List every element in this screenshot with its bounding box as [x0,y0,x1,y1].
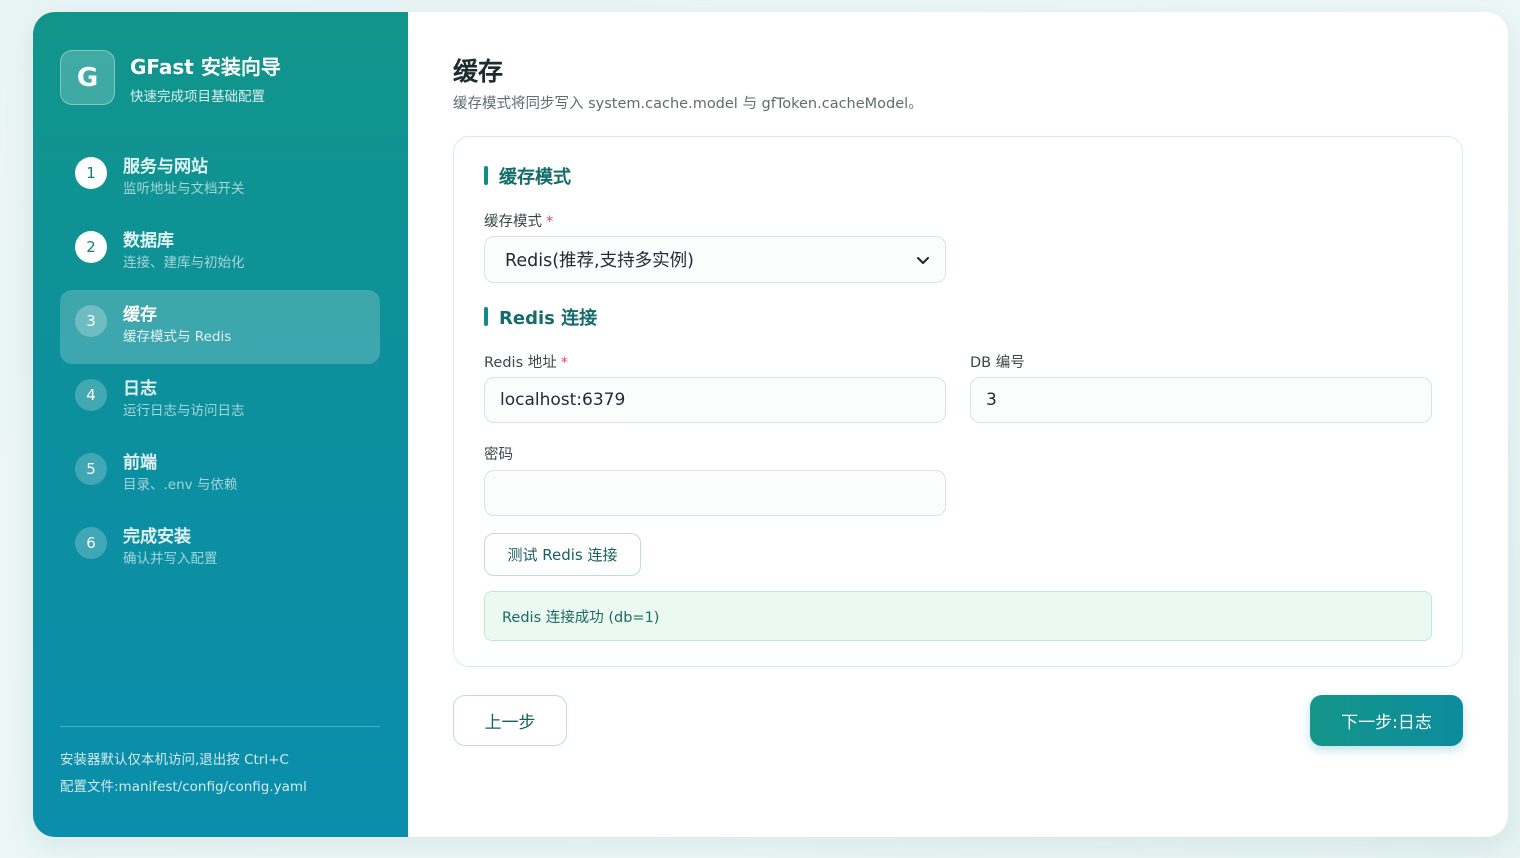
step-subtitle: 确认并写入配置 [123,551,218,567]
db-number-input[interactable] [970,377,1432,423]
step-title: 完成安装 [123,527,191,547]
step-subtitle: 缓存模式与 Redis [123,329,232,345]
required-mark: * [560,355,568,371]
required-mark: * [546,214,554,230]
step-number: 6 [75,527,107,559]
next-step-button[interactable]: 下一步:日志 [1310,695,1463,746]
step-subtitle: 运行日志与访问日志 [123,403,245,419]
chevron-down-icon [917,257,929,264]
redis-status-alert: Redis 连接成功 (db=1) [484,591,1432,641]
brand-title: GFast 安装向导 [130,55,281,79]
step-subtitle: 连接、建库与初始化 [123,255,245,271]
section-title-cache-mode: 缓存模式 [484,163,571,189]
page-subtitle: 缓存模式将同步写入 system.cache.model 与 gfToken.c… [453,96,923,112]
brand-subtitle: 快速完成项目基础配置 [130,89,265,105]
sidebar: G GFast 安装向导 快速完成项目基础配置 1 服务与网站 监听地址与文档开… [33,12,408,837]
cache-mode-select[interactable]: Redis(推荐,支持多实例) [484,236,946,283]
password-input[interactable] [484,470,946,516]
cache-mode-label: 缓存模式 * [484,214,554,230]
step-title: 日志 [123,379,157,399]
main-content: 缓存 缓存模式将同步写入 system.cache.model 与 gfToke… [408,12,1508,837]
prev-step-button[interactable]: 上一步 [453,695,567,746]
redis-address-input[interactable] [484,377,946,423]
step-list: 1 服务与网站 监听地址与文档开关 2 数据库 连接、建库与初始化 3 缓存 缓… [60,142,380,586]
step-number: 4 [75,379,107,411]
config-card: 缓存模式 缓存模式 * Redis(推荐,支持多实例) Redis 连接 Redi… [453,136,1463,667]
step-title: 前端 [123,453,157,473]
step-item-service[interactable]: 1 服务与网站 监听地址与文档开关 [60,142,380,216]
test-redis-button[interactable]: 测试 Redis 连接 [484,533,641,576]
step-number: 5 [75,453,107,485]
step-subtitle: 监听地址与文档开关 [123,181,245,197]
step-item-log[interactable]: 4 日志 运行日志与访问日志 [60,364,380,438]
page-title: 缓存 [453,57,504,86]
section-title-redis: Redis 连接 [484,304,597,330]
password-label: 密码 [484,447,513,463]
footer-hint-exit: 安装器默认仅本机访问,退出按 Ctrl+C [60,752,289,768]
step-item-finish[interactable]: 6 完成安装 确认并写入配置 [60,512,380,586]
sidebar-divider [60,726,380,727]
redis-status-message: Redis 连接成功 (db=1) [502,609,660,626]
brand-text: GFast 安装向导 快速完成项目基础配置 [130,50,281,105]
cache-mode-value: Redis(推荐,支持多实例) [505,251,694,271]
step-number: 1 [75,157,107,189]
sidebar-footer: 安装器默认仅本机访问,退出按 Ctrl+C 配置文件:manifest/conf… [60,747,307,801]
step-item-frontend[interactable]: 5 前端 目录、.env 与依赖 [60,438,380,512]
step-item-database[interactable]: 2 数据库 连接、建库与初始化 [60,216,380,290]
brand: G GFast 安装向导 快速完成项目基础配置 [60,50,281,105]
step-title: 缓存 [123,305,157,325]
step-item-cache[interactable]: 3 缓存 缓存模式与 Redis [60,290,380,364]
step-number: 3 [75,305,107,337]
installer-window: G GFast 安装向导 快速完成项目基础配置 1 服务与网站 监听地址与文档开… [33,12,1508,837]
step-title: 服务与网站 [123,157,208,177]
footer-config-path: 配置文件:manifest/config/config.yaml [60,779,307,795]
step-number: 2 [75,231,107,263]
redis-address-label: Redis 地址 * [484,355,568,371]
step-subtitle: 目录、.env 与依赖 [123,477,238,493]
db-number-label: DB 编号 [970,355,1025,371]
brand-logo: G [60,50,115,105]
step-title: 数据库 [123,231,174,251]
